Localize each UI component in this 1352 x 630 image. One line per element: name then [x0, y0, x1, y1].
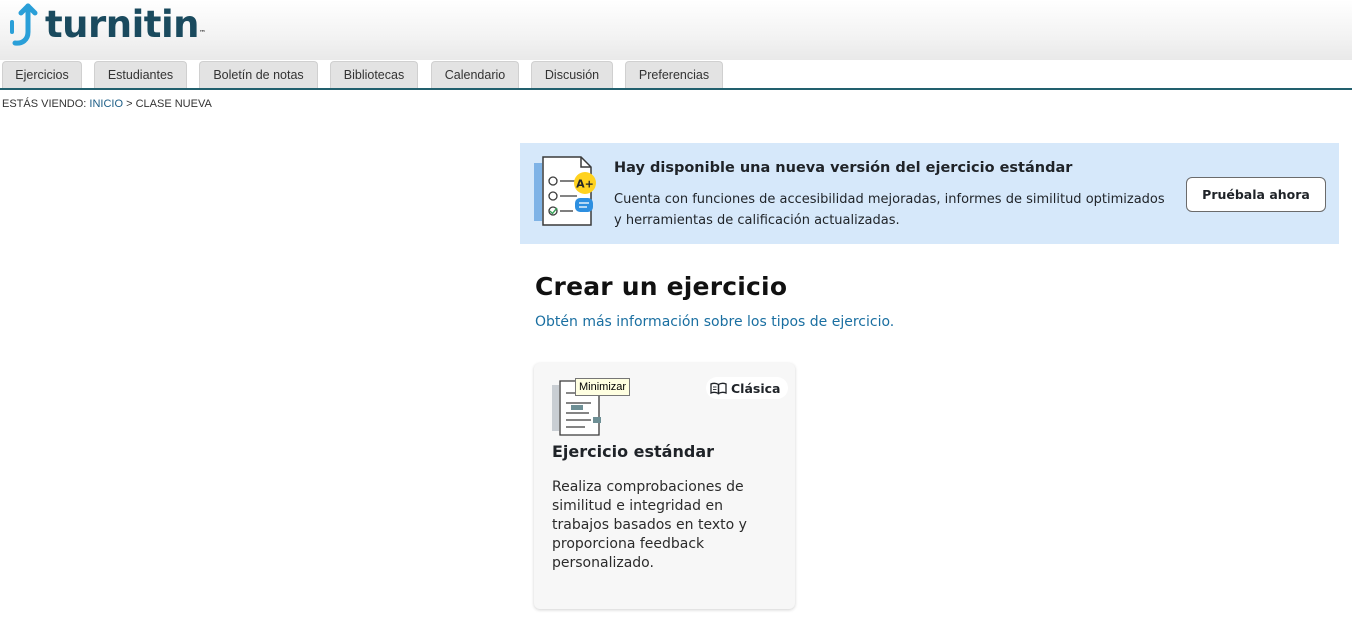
breadcrumb-prefix: ESTÁS VIENDO:: [2, 98, 87, 110]
card-description: Realiza comprobaciones de similitud e in…: [552, 479, 747, 571]
assignment-document-icon: A+: [534, 156, 596, 226]
new-version-banner: A+ Hay disponible una nueva versión del …: [520, 143, 1339, 244]
page-title: Crear un ejercicio: [535, 272, 788, 301]
open-book-icon: [710, 382, 727, 395]
tab-boletin-de-notas[interactable]: Boletín de notas: [199, 61, 318, 88]
try-now-button[interactable]: Pruébala ahora: [1186, 177, 1326, 212]
tab-ejercicios[interactable]: Ejercicios: [2, 61, 82, 88]
card-title: Ejercicio estándar: [552, 442, 715, 461]
turnitin-logo-icon: [10, 3, 38, 46]
breadcrumb-home-link[interactable]: INICIO: [89, 98, 123, 110]
minimize-tooltip: Minimizar: [575, 378, 631, 396]
classic-badge-label: Clásica: [731, 380, 781, 396]
banner-description: Cuenta con funciones de accesibilidad me…: [614, 192, 1165, 228]
svg-text:A+: A+: [576, 178, 594, 191]
app-header: turnitin™: [0, 0, 1352, 60]
tab-preferencias[interactable]: Preferencias: [625, 61, 723, 88]
standard-assignment-card[interactable]: Minimizar Clásica Ejercicio estándar Rea…: [534, 363, 795, 609]
breadcrumb: ESTÁS VIENDO: INICIO > CLASE NUEVA: [2, 98, 212, 110]
turnitin-logo[interactable]: turnitin™: [8, 2, 206, 48]
tabs-divider: [0, 88, 1352, 90]
assignment-types-info-link[interactable]: Obtén más información sobre los tipos de…: [535, 314, 894, 330]
tab-discusion[interactable]: Discusión: [531, 61, 613, 88]
breadcrumb-current: CLASE NUEVA: [135, 98, 212, 110]
breadcrumb-separator: >: [126, 98, 133, 110]
logo-text: turnitin™: [45, 3, 206, 46]
main-tabs: Ejercicios Estudiantes Boletín de notas …: [0, 61, 1352, 88]
classic-badge: Clásica: [706, 377, 789, 399]
tab-bibliotecas[interactable]: Bibliotecas: [330, 61, 418, 88]
tab-calendario[interactable]: Calendario: [431, 61, 519, 88]
banner-title: Hay disponible una nueva versión del eje…: [614, 160, 1073, 176]
tab-estudiantes[interactable]: Estudiantes: [94, 61, 187, 88]
